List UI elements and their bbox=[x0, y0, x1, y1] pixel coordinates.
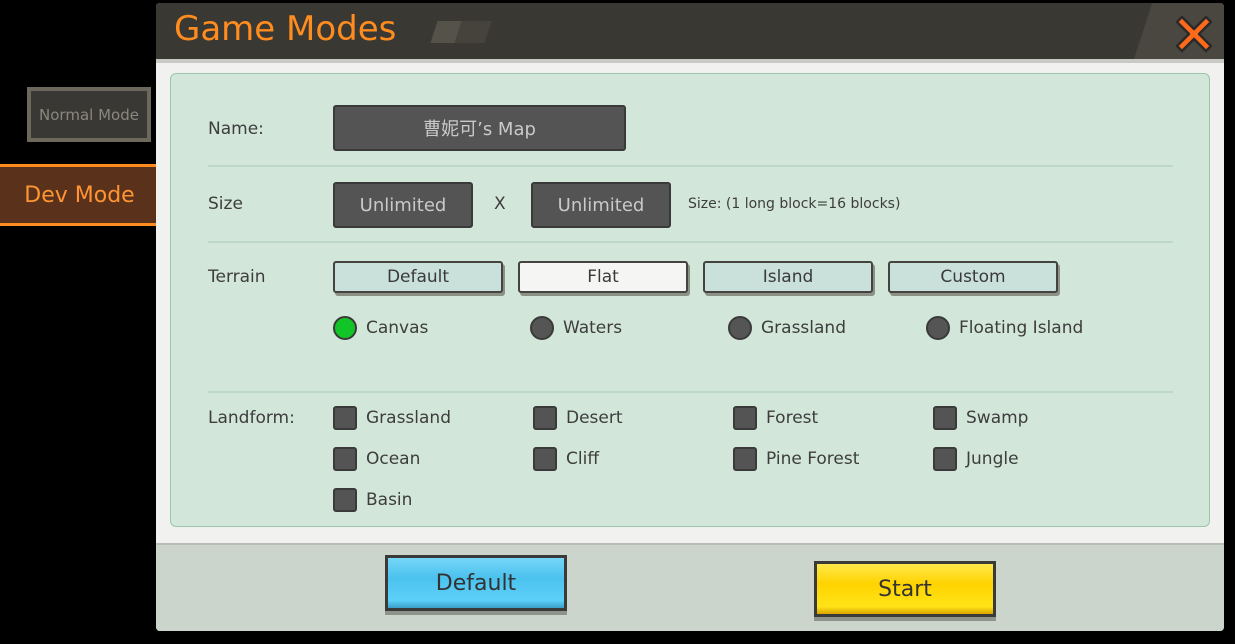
landform-pine-forest-checkbox[interactable]: Pine Forest bbox=[733, 447, 859, 471]
radio-grassland-label: Grassland bbox=[761, 318, 846, 338]
settings-panel: Name: 曹妮可’s Map Size Unlimited X Unlimit… bbox=[170, 73, 1210, 527]
checkbox-icon bbox=[333, 488, 357, 512]
landform-swamp-checkbox[interactable]: Swamp bbox=[933, 406, 1028, 430]
normal-mode-tab[interactable]: Normal Mode bbox=[27, 87, 151, 142]
divider bbox=[208, 165, 1173, 167]
landform-basin-label: Basin bbox=[366, 490, 413, 510]
radio-selected-icon bbox=[333, 316, 357, 340]
divider bbox=[208, 391, 1173, 393]
size-width-input[interactable]: Unlimited bbox=[333, 182, 473, 228]
terrain-label: Terrain bbox=[208, 267, 266, 287]
landform-ocean-checkbox[interactable]: Ocean bbox=[333, 447, 420, 471]
radio-grassland[interactable]: Grassland bbox=[728, 316, 846, 340]
landform-grassland-label: Grassland bbox=[366, 408, 451, 428]
default-button-label: Default bbox=[435, 570, 517, 596]
landform-cliff-checkbox[interactable]: Cliff bbox=[533, 447, 599, 471]
terrain-default-button[interactable]: Default bbox=[333, 261, 503, 293]
close-x-icon bbox=[1175, 15, 1213, 53]
dialog-footer: Default Start bbox=[156, 543, 1224, 631]
size-hint: Size: (1 long block=16 blocks) bbox=[688, 196, 901, 212]
terrain-flat-label: Flat bbox=[587, 267, 619, 287]
size-label: Size bbox=[208, 194, 243, 214]
dialog-title: Game Modes bbox=[174, 9, 397, 49]
start-button-label: Start bbox=[878, 576, 932, 602]
name-label: Name: bbox=[208, 119, 264, 139]
size-height-input[interactable]: Unlimited bbox=[531, 182, 671, 228]
title-decoration bbox=[454, 21, 492, 43]
radio-floating-island[interactable]: Floating Island bbox=[926, 316, 1083, 340]
start-button[interactable]: Start bbox=[814, 561, 996, 617]
landform-cliff-label: Cliff bbox=[566, 449, 600, 469]
size-separator: X bbox=[494, 194, 506, 214]
title-bar: Game Modes bbox=[156, 3, 1224, 59]
checkbox-icon bbox=[533, 406, 557, 430]
radio-canvas-label: Canvas bbox=[366, 318, 429, 338]
radio-waters-label: Waters bbox=[563, 318, 623, 338]
landform-jungle-label: Jungle bbox=[966, 449, 1019, 469]
landform-forest-checkbox[interactable]: Forest bbox=[733, 406, 818, 430]
normal-mode-label: Normal Mode bbox=[39, 105, 139, 124]
checkbox-icon bbox=[333, 406, 357, 430]
size-width-value: Unlimited bbox=[359, 194, 447, 216]
landform-pine-forest-label: Pine Forest bbox=[766, 449, 860, 469]
checkbox-icon bbox=[533, 447, 557, 471]
dev-mode-tab[interactable]: Dev Mode bbox=[0, 164, 162, 226]
checkbox-icon bbox=[933, 447, 957, 471]
name-input[interactable]: 曹妮可’s Map bbox=[333, 105, 626, 151]
landform-forest-label: Forest bbox=[766, 408, 819, 428]
checkbox-icon bbox=[733, 406, 757, 430]
terrain-default-label: Default bbox=[386, 267, 450, 287]
landform-desert-checkbox[interactable]: Desert bbox=[533, 406, 623, 430]
landform-swamp-label: Swamp bbox=[966, 408, 1029, 428]
title-shadow bbox=[156, 59, 1224, 63]
terrain-flat-button[interactable]: Flat bbox=[518, 261, 688, 293]
dev-mode-label: Dev Mode bbox=[24, 182, 135, 208]
divider bbox=[208, 241, 1173, 243]
checkbox-icon bbox=[333, 447, 357, 471]
radio-waters[interactable]: Waters bbox=[530, 316, 622, 340]
terrain-custom-button[interactable]: Custom bbox=[888, 261, 1058, 293]
landform-desert-label: Desert bbox=[566, 408, 623, 428]
radio-floating-island-label: Floating Island bbox=[959, 318, 1084, 338]
game-modes-dialog: Game Modes Name: 曹妮可’s Map Size Unlimite… bbox=[156, 3, 1224, 631]
landform-basin-checkbox[interactable]: Basin bbox=[333, 488, 412, 512]
terrain-island-button[interactable]: Island bbox=[703, 261, 873, 293]
landform-jungle-checkbox[interactable]: Jungle bbox=[933, 447, 1019, 471]
landform-label: Landform: bbox=[208, 408, 295, 428]
terrain-custom-label: Custom bbox=[940, 267, 1006, 287]
radio-unselected-icon bbox=[530, 316, 554, 340]
close-button[interactable] bbox=[1174, 13, 1214, 53]
radio-canvas[interactable]: Canvas bbox=[333, 316, 428, 340]
size-height-value: Unlimited bbox=[557, 194, 645, 216]
radio-unselected-icon bbox=[728, 316, 752, 340]
landform-ocean-label: Ocean bbox=[366, 449, 421, 469]
radio-unselected-icon bbox=[926, 316, 950, 340]
default-button[interactable]: Default bbox=[385, 555, 567, 611]
name-value: 曹妮可’s Map bbox=[423, 119, 536, 140]
landform-grassland-checkbox[interactable]: Grassland bbox=[333, 406, 451, 430]
checkbox-icon bbox=[733, 447, 757, 471]
terrain-island-label: Island bbox=[762, 267, 814, 287]
checkbox-icon bbox=[933, 406, 957, 430]
